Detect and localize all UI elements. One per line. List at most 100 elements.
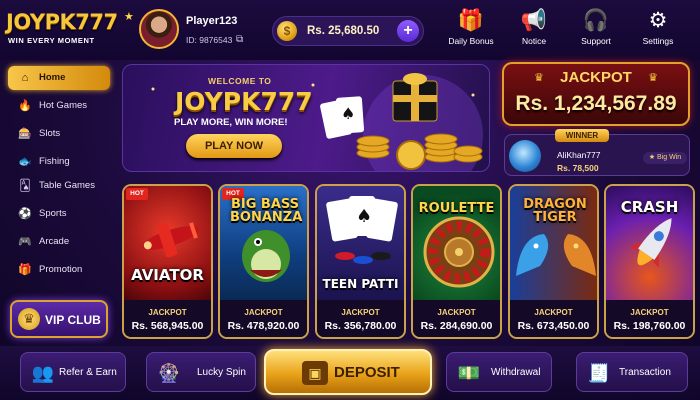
carousel-dots[interactable]: [295, 165, 316, 171]
sidebar-item-label: Promotion: [39, 264, 83, 275]
megaphone-icon: 📢: [520, 9, 548, 32]
crown-icon: ♛: [18, 308, 40, 330]
add-funds-button[interactable]: +: [397, 20, 419, 42]
spin-wheel-icon: 🎡: [157, 363, 181, 383]
jackpot-amount: Rs. 198,760.00: [613, 320, 686, 332]
game-card-dragon-tiger[interactable]: DRAGON TIGER JACKPOT Rs. 673,450.00: [508, 184, 599, 339]
support-label: Support: [581, 36, 611, 46]
game-card-teen-patti[interactable]: ♠ TEEN PATTI JACKPOT Rs. 356,780.00: [315, 184, 406, 339]
flame-icon: 🔥: [18, 100, 32, 112]
jackpot-panel: ♛ ♛ JACKPOT Rs. 1,234,567.89: [502, 62, 690, 126]
winner-avatar: [509, 140, 541, 172]
hot-badge: HOT: [126, 188, 148, 200]
sidebar-item-label: Slots: [39, 128, 61, 139]
gear-icon: ⚙: [648, 9, 668, 32]
users-icon: 👥: [31, 363, 55, 383]
notice-label: Notice: [521, 36, 547, 46]
deposit-label: DEPOSIT: [334, 364, 400, 381]
withdrawal-label: Withdrawal: [491, 367, 541, 378]
game-card-big-bass-bonanza[interactable]: HOT BIG BASS BONANZA JACKPOT Rs. 478,920…: [218, 184, 309, 339]
sidebar-item-sports[interactable]: ⚽ Sports: [8, 202, 110, 226]
top-bar: JOYPK777 ★ WIN EVERY MOMENT Player123 ID…: [0, 0, 700, 60]
game-title: TEEN PATTI: [322, 277, 399, 291]
deposit-button[interactable]: ▣ DEPOSIT: [264, 349, 432, 395]
vip-club-label: VIP CLUB: [45, 313, 101, 327]
play-now-button[interactable]: PLAY NOW: [186, 134, 282, 158]
svg-text:♠: ♠: [341, 104, 355, 123]
sidebar-item-home[interactable]: ⌂ Home: [8, 66, 110, 90]
vip-club-button[interactable]: ♛ VIP CLUB: [10, 300, 108, 338]
game-title: CRASH: [620, 198, 679, 216]
fish-icon: 🐟: [18, 156, 32, 168]
game-card-crash[interactable]: CRASH JACKPOT Rs. 198,760.00: [604, 184, 695, 339]
settings-button[interactable]: ⚙ Settings: [628, 8, 688, 54]
balance-pill: $ Rs. 25,680.50 +: [272, 16, 424, 46]
balance-amount: Rs. 25,680.50: [307, 25, 380, 37]
game-title: ROULETTE: [418, 201, 495, 216]
soccer-ball-icon: ⚽: [18, 208, 32, 220]
sidebar-item-table-games[interactable]: 🂡 Table Games: [8, 174, 110, 198]
support-button[interactable]: 🎧 Support: [566, 8, 626, 54]
welcome-banner[interactable]: ♠ WELCOME TO JOYPK777 PLAY MORE, WIN MOR…: [122, 64, 490, 172]
copy-icon[interactable]: ⧉: [236, 34, 243, 45]
withdrawal-button[interactable]: 💵 Withdrawal: [446, 352, 552, 392]
sidebar-item-arcade[interactable]: 🎮 Arcade: [8, 230, 110, 254]
game-card-aviator[interactable]: HOT AVIATOR JACKPOT Rs. 568,945.00: [122, 184, 213, 339]
game-card-roulette[interactable]: ROULETTE JACKPOT Rs. 284,690.00: [411, 184, 502, 339]
jackpot-label: JACKPOT: [341, 308, 380, 317]
sidebar-item-fishing[interactable]: 🐟 Fishing: [8, 150, 110, 174]
sidebar-item-label: Home: [39, 72, 66, 83]
jackpot-label: JACKPOT: [534, 308, 573, 317]
home-icon: ⌂: [21, 72, 29, 84]
gift-icon: 🎁: [457, 9, 485, 32]
lucky-spin-button[interactable]: 🎡 Lucky Spin: [146, 352, 256, 392]
winner-tag: WINNER: [555, 129, 609, 142]
jackpot-label: JACKPOT: [148, 308, 187, 317]
receipt-icon: 🧾: [587, 363, 611, 383]
game-title: AVIATOR: [131, 266, 204, 284]
coin-icon: $: [277, 21, 297, 41]
sidebar-item-label: Table Games: [39, 180, 95, 191]
winner-name: AliKhan777: [557, 150, 601, 160]
wallet-icon: ▣: [302, 361, 328, 385]
settings-label: Settings: [642, 36, 674, 46]
avatar[interactable]: [139, 9, 179, 49]
jackpot-title: JACKPOT: [560, 69, 632, 86]
sidebar-item-promotion[interactable]: 🎁 Promotion: [8, 258, 110, 282]
transaction-label: Transaction: [619, 367, 671, 378]
sidebar-item-label: Arcade: [39, 236, 70, 247]
game-title: BIG BASS BONANZA: [230, 197, 303, 225]
notice-button[interactable]: 📢 Notice: [504, 8, 564, 54]
jackpot-amount: Rs. 673,450.00: [517, 320, 590, 332]
jackpot-amount: Rs. 356,780.00: [324, 320, 397, 332]
jackpot-amount: Rs. 568,945.00: [131, 320, 204, 332]
sidebar: ⌂ Home 🔥 Hot Games 🎰 Slots 🐟 Fishing 🂡 T…: [8, 62, 112, 286]
banner-welcome-text: WELCOME TO: [208, 76, 272, 86]
refer-earn-button[interactable]: 👥 Refer & Earn: [20, 352, 126, 392]
logo-tagline: WIN EVERY MOMENT: [8, 36, 95, 45]
gamepad-icon: 🎮: [18, 236, 32, 248]
svg-text:♠: ♠: [356, 206, 372, 227]
cards-icon: 🂡: [19, 180, 31, 192]
daily-bonus-label: Daily Bonus: [448, 36, 494, 46]
brand-logo[interactable]: JOYPK777 ★ WIN EVERY MOMENT: [6, 8, 134, 52]
big-win-label: Big Win: [657, 154, 682, 161]
sidebar-item-hot-games[interactable]: 🔥 Hot Games: [8, 94, 110, 118]
jackpot-label: JACKPOT: [437, 308, 476, 317]
sidebar-item-label: Fishing: [39, 156, 70, 167]
winner-amount: Rs. 78,500: [557, 163, 599, 173]
jackpot-label: JACKPOT: [244, 308, 283, 317]
transaction-button[interactable]: 🧾 Transaction: [576, 352, 688, 392]
logo-text: JOYPK777: [6, 10, 118, 34]
jackpot-amount: Rs. 284,690.00: [420, 320, 493, 332]
banner-brand: JOYPK777: [175, 87, 313, 116]
headset-icon: 🎧: [582, 9, 610, 32]
refer-earn-label: Refer & Earn: [59, 367, 117, 378]
game-title: DRAGON TIGER: [523, 197, 587, 225]
player-name: Player123: [186, 15, 238, 27]
sidebar-item-slots[interactable]: 🎰 Slots: [8, 122, 110, 146]
slot-machine-icon: 🎰: [18, 128, 32, 140]
banner-tagline: PLAY MORE, WIN MORE!: [174, 117, 288, 128]
daily-bonus-button[interactable]: 🎁 Daily Bonus: [441, 8, 501, 54]
star-icon: ★: [124, 11, 134, 23]
